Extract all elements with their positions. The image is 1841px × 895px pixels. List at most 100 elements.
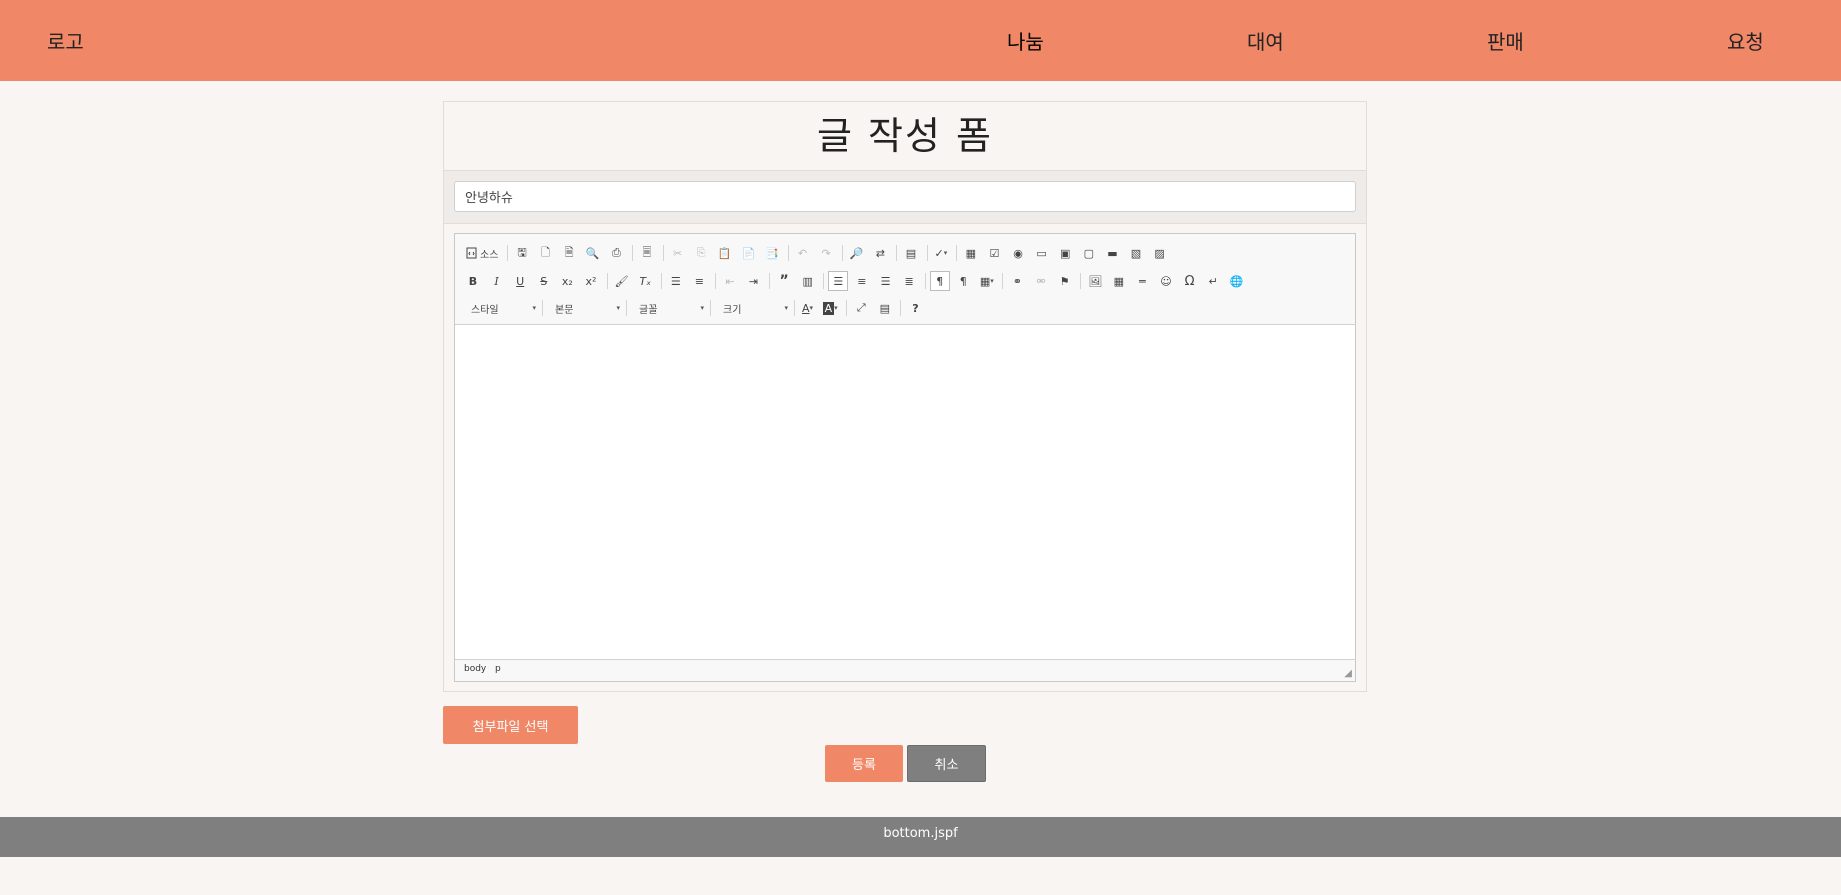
image-button-icon[interactable]: ▧ <box>1126 243 1146 263</box>
nav-item-request[interactable]: 요청 <box>1727 26 1764 55</box>
radio-icon[interactable]: ◉ <box>1008 243 1028 263</box>
source-button[interactable]: 소스 <box>463 243 501 263</box>
nav-item-share[interactable]: 나눔 <box>1007 26 1044 55</box>
unlink-icon[interactable]: ⚮ <box>1031 271 1051 291</box>
table-icon[interactable]: ▦ <box>1109 271 1129 291</box>
text-direction-rtl-icon[interactable]: ¶ <box>953 271 973 291</box>
strikethrough-icon[interactable]: S <box>534 271 554 291</box>
nav-item-rent[interactable]: 대여 <box>1247 26 1284 55</box>
paste-text-icon[interactable]: 📄 <box>738 243 758 263</box>
select-all-icon[interactable]: ▤ <box>901 243 921 263</box>
write-form-panel: 글 작성 폼 소스 🖫 🗋 🗎 🔍 ⎙ 🗏 ✂ ⎘ <box>443 101 1367 692</box>
indent-icon[interactable]: ⇥ <box>744 271 764 291</box>
toolbar-separator <box>787 245 789 261</box>
toolbar-separator <box>626 300 627 316</box>
style-dropdown[interactable]: 스타일 ▾ <box>463 298 540 318</box>
copy-icon[interactable]: ⎘ <box>691 243 711 263</box>
help-icon[interactable]: ? <box>905 298 925 318</box>
checkbox-icon[interactable]: ☑ <box>984 243 1004 263</box>
editor-content-area[interactable] <box>455 325 1355 659</box>
toolbar-separator <box>769 273 771 289</box>
nav-item-sell[interactable]: 판매 <box>1487 26 1524 55</box>
underline-icon[interactable]: U <box>510 271 530 291</box>
textarea-icon[interactable]: ▣ <box>1055 243 1075 263</box>
special-char-icon[interactable]: Ω <box>1180 271 1200 291</box>
button-field-icon[interactable]: ▬ <box>1102 243 1122 263</box>
toolbar-separator <box>841 245 843 261</box>
toolbar-separator <box>924 273 926 289</box>
subscript-icon[interactable]: x₂ <box>557 271 577 291</box>
text-direction-ltr-icon[interactable]: ¶ <box>929 271 950 291</box>
align-center-icon[interactable]: ≡ <box>852 271 872 291</box>
export-pdf-icon[interactable]: 🗎 <box>559 243 579 263</box>
font-dropdown[interactable]: 글꼴 ▾ <box>631 298 708 318</box>
italic-icon[interactable]: I <box>487 271 507 291</box>
align-left-icon[interactable]: ☰ <box>828 271 849 291</box>
size-dropdown[interactable]: 크기 ▾ <box>715 298 792 318</box>
toolbar-separator <box>542 300 543 316</box>
iframe-globe-icon[interactable]: 🌐 <box>1227 271 1247 291</box>
attach-file-button[interactable]: 첨부파일 선택 <box>443 706 578 744</box>
toolbar-separator <box>710 300 711 316</box>
anchor-flag-icon[interactable]: ⚑ <box>1055 271 1075 291</box>
path-crumb-body[interactable]: body <box>464 664 486 674</box>
cancel-button[interactable]: 취소 <box>907 745 986 782</box>
format-dropdown-label: 본문 <box>555 304 574 316</box>
superscript-icon[interactable]: x² <box>581 271 601 291</box>
form-icon[interactable]: ▦ <box>961 243 981 263</box>
justify-icon[interactable]: ≣ <box>899 271 919 291</box>
toolbar-separator <box>926 245 928 261</box>
chevron-down-icon: ▾ <box>616 304 620 312</box>
smiley-icon[interactable]: ☺ <box>1156 271 1176 291</box>
remove-format-icon[interactable]: Tₓ <box>635 271 655 291</box>
numbered-list-icon[interactable]: ☰ <box>666 271 686 291</box>
templates-icon[interactable]: 🗏 <box>637 243 657 263</box>
language-icon[interactable]: ▦ ▾ <box>977 271 997 291</box>
undo-icon[interactable]: ↶ <box>793 243 813 263</box>
path-crumb-p[interactable]: p <box>495 664 501 674</box>
new-page-icon[interactable]: 🗋 <box>536 243 556 263</box>
hidden-field-icon[interactable]: ▨ <box>1150 243 1170 263</box>
paste-from-word-icon[interactable]: 📑 <box>762 243 782 263</box>
copy-format-icon[interactable]: 🖌 <box>612 271 632 291</box>
logo[interactable]: 로고 <box>47 26 84 55</box>
bulleted-list-icon[interactable]: ≡ <box>689 271 709 291</box>
align-right-icon[interactable]: ☰ <box>876 271 896 291</box>
outdent-icon[interactable]: ⇤ <box>720 271 740 291</box>
submit-button[interactable]: 등록 <box>825 745 903 782</box>
text-field-icon[interactable]: ▭ <box>1032 243 1052 263</box>
paste-icon[interactable]: 📋 <box>715 243 735 263</box>
title-input[interactable] <box>454 181 1356 212</box>
show-blocks-icon[interactable]: ▤ <box>875 298 895 318</box>
cut-icon[interactable]: ✂ <box>668 243 688 263</box>
replace-icon[interactable]: ⇄ <box>870 243 890 263</box>
select-field-icon[interactable]: ▢ <box>1079 243 1099 263</box>
find-icon[interactable]: 🔎 <box>847 243 867 263</box>
toolbar-separator <box>606 273 608 289</box>
print-icon[interactable]: ⎙ <box>606 243 626 263</box>
background-color-icon[interactable]: A ▾ <box>820 298 841 318</box>
toolbar-separator <box>900 300 902 316</box>
format-dropdown[interactable]: 본문 ▾ <box>547 298 624 318</box>
toolbar-separator <box>1002 273 1004 289</box>
link-icon[interactable]: ⚭ <box>1007 271 1027 291</box>
page-break-icon[interactable]: ↵ <box>1203 271 1223 291</box>
bold-icon[interactable]: B <box>463 271 483 291</box>
toolbar-separator <box>955 245 957 261</box>
redo-icon[interactable]: ↷ <box>816 243 836 263</box>
toolbar-separator <box>823 273 825 289</box>
toolbar-separator <box>895 245 897 261</box>
image-icon[interactable]: 🖼 <box>1085 271 1105 291</box>
horizontal-line-icon[interactable]: ═ <box>1132 271 1152 291</box>
save-icon[interactable]: 🖫 <box>512 243 532 263</box>
preview-icon[interactable]: 🔍 <box>583 243 603 263</box>
spellcheck-icon[interactable]: ✓ ▾ <box>932 243 951 263</box>
chevron-down-icon: ▾ <box>700 304 704 312</box>
blockquote-icon[interactable]: ” <box>774 271 794 291</box>
resize-handle-icon[interactable]: ◢ <box>1344 668 1352 679</box>
maximize-icon[interactable]: ⤢ <box>851 298 871 318</box>
footer: bottom.jspf <box>0 817 1841 857</box>
text-color-icon[interactable]: A ▾ <box>799 298 816 318</box>
create-div-icon[interactable]: ▥ <box>798 271 818 291</box>
source-icon <box>466 247 477 259</box>
